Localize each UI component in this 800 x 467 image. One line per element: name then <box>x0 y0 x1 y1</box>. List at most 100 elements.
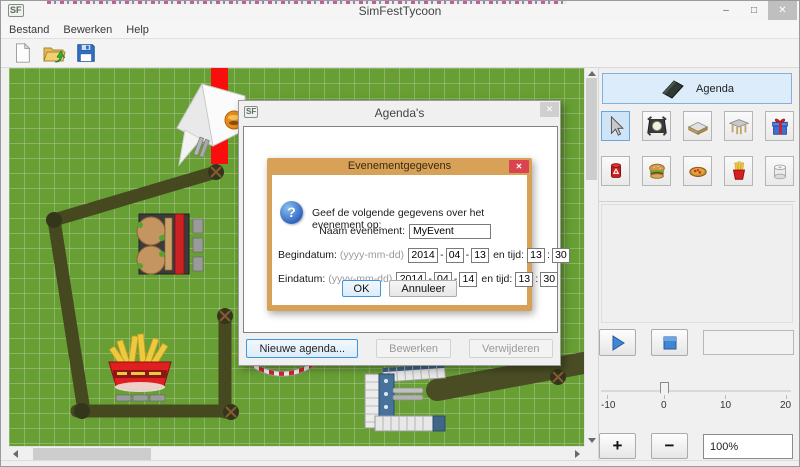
colon-sep: : <box>533 273 540 285</box>
title-bar: SF SimFestTycoon – □ ✕ <box>1 1 799 21</box>
scroll-left-icon[interactable] <box>13 450 18 458</box>
info-panel <box>601 204 793 323</box>
status-bar <box>1 460 799 467</box>
tool-trash-can[interactable] <box>601 156 630 186</box>
agenda-book-icon <box>660 78 686 100</box>
menu-help[interactable]: Help <box>126 24 149 36</box>
cancel-button[interactable]: Annuleer <box>389 280 457 297</box>
begin-year-input[interactable] <box>408 248 438 263</box>
event-dialog-buttons: OK Annuleer <box>272 280 527 297</box>
tool-toilet-roll[interactable] <box>765 156 794 186</box>
tool-cursor[interactable] <box>601 111 630 141</box>
tick-minus10 <box>607 395 608 399</box>
agenda-button[interactable]: Agenda <box>602 73 792 104</box>
save-file-button[interactable] <box>73 40 99 66</box>
tool-burger[interactable] <box>642 156 671 186</box>
name-row: Naam evenement: <box>278 223 526 239</box>
fries-bench <box>116 395 165 401</box>
vertical-scroll-thumb[interactable] <box>586 78 597 180</box>
dash-sep: - <box>464 249 472 261</box>
play-icon <box>609 334 627 352</box>
scroll-right-icon[interactable] <box>575 450 580 458</box>
scroll-down-icon[interactable] <box>588 438 596 443</box>
stop-icon <box>662 335 678 351</box>
new-file-icon <box>11 42 33 64</box>
gift-icon <box>769 115 791 137</box>
dash-sep: - <box>438 249 446 261</box>
tick-0 <box>664 395 665 399</box>
tick-20 <box>786 395 787 399</box>
tool-gate[interactable] <box>724 111 753 141</box>
play-button[interactable] <box>599 329 636 356</box>
simulation-info-box <box>703 330 794 355</box>
menu-bewerken[interactable]: Bewerken <box>63 24 112 36</box>
agendas-dialog-titlebar: SF Agenda's ✕ <box>239 101 560 126</box>
cursor-icon <box>605 115 627 137</box>
begin-month-input[interactable] <box>446 248 464 263</box>
begin-label: Begindatum: (yyyy-mm-dd) <box>278 249 408 261</box>
end-minute-input[interactable] <box>540 272 558 287</box>
zoom-out-button[interactable]: − <box>651 433 688 459</box>
window-controls: – □ ✕ <box>712 1 797 20</box>
stop-button[interactable] <box>651 329 688 356</box>
burger-stand[interactable] <box>137 214 189 274</box>
agendas-dialog-title: Agenda's <box>239 106 560 120</box>
save-icon <box>75 42 97 64</box>
slider-label-0: 0 <box>661 400 667 411</box>
burger-icon <box>646 160 668 182</box>
begin-hour-input[interactable] <box>527 248 545 263</box>
stage-icon <box>687 115 709 137</box>
window-title: SimFestTycoon <box>1 4 799 18</box>
trash-can-icon <box>605 160 627 182</box>
stage-light-icon <box>646 115 668 137</box>
horizontal-scroll-thumb[interactable] <box>33 448 151 460</box>
gate-icon <box>728 115 750 137</box>
tool-fries[interactable] <box>724 156 753 186</box>
tool-pizza[interactable] <box>683 156 712 186</box>
zoom-in-button[interactable]: + <box>599 433 636 459</box>
begin-date-format: (yyyy-mm-dd) <box>340 249 404 261</box>
minimize-button[interactable]: – <box>712 1 740 20</box>
ok-button[interactable]: OK <box>342 280 382 297</box>
event-dialog-body: ? Geef de volgende gegevens over het eve… <box>272 175 527 305</box>
maximize-button[interactable]: □ <box>740 1 768 20</box>
begin-date-row: Begindatum: (yyyy-mm-dd) - - en tijd: : <box>278 247 526 263</box>
begin-minute-input[interactable] <box>552 248 570 263</box>
horizontal-scrollbar[interactable] <box>9 446 584 460</box>
speed-slider-track[interactable] <box>601 390 791 392</box>
delete-agenda-button[interactable]: Verwijderen <box>469 339 552 358</box>
begin-day-input[interactable] <box>471 248 489 263</box>
open-file-button[interactable] <box>41 40 67 66</box>
toolbar <box>1 39 799 68</box>
event-dialog-close-button[interactable]: ✕ <box>509 160 529 173</box>
question-icon: ? <box>280 201 303 224</box>
new-file-button[interactable] <box>9 40 35 66</box>
agenda-button-label: Agenda <box>696 83 734 95</box>
new-agenda-button[interactable]: Nieuwe agenda... <box>246 339 358 358</box>
slider-label-20: 20 <box>780 400 791 411</box>
close-button[interactable]: ✕ <box>768 1 797 20</box>
tick-10 <box>725 395 726 399</box>
tool-stage-light[interactable] <box>642 111 671 141</box>
tool-stage[interactable] <box>683 111 712 141</box>
zoom-level-field[interactable]: 100% <box>703 434 793 459</box>
scroll-up-icon[interactable] <box>588 71 596 76</box>
tool-gift[interactable] <box>765 111 794 141</box>
vertical-scrollbar[interactable] <box>584 68 597 446</box>
agendas-dialog-close-button[interactable]: ✕ <box>540 102 559 117</box>
toilet-roll-icon <box>769 160 791 182</box>
event-name-input[interactable] <box>409 224 491 239</box>
edit-agenda-button[interactable]: Bewerken <box>376 339 451 358</box>
open-folder-icon <box>42 41 66 65</box>
burger-bench <box>193 219 203 271</box>
slider-label-10: 10 <box>720 400 731 411</box>
begin-time-label: en tijd: <box>489 249 527 261</box>
pizza-icon <box>687 160 709 182</box>
sidebar-divider <box>599 201 795 202</box>
event-dialog-title: Evenementgegevens <box>267 158 532 175</box>
menu-bar: Bestand Bewerken Help <box>1 21 799 39</box>
app-window: SF SimFestTycoon – □ ✕ Bestand Bewerken … <box>0 0 800 467</box>
menu-bestand[interactable]: Bestand <box>9 24 49 36</box>
name-label: Naam evenement: <box>278 225 409 237</box>
fries-icon <box>728 160 750 182</box>
